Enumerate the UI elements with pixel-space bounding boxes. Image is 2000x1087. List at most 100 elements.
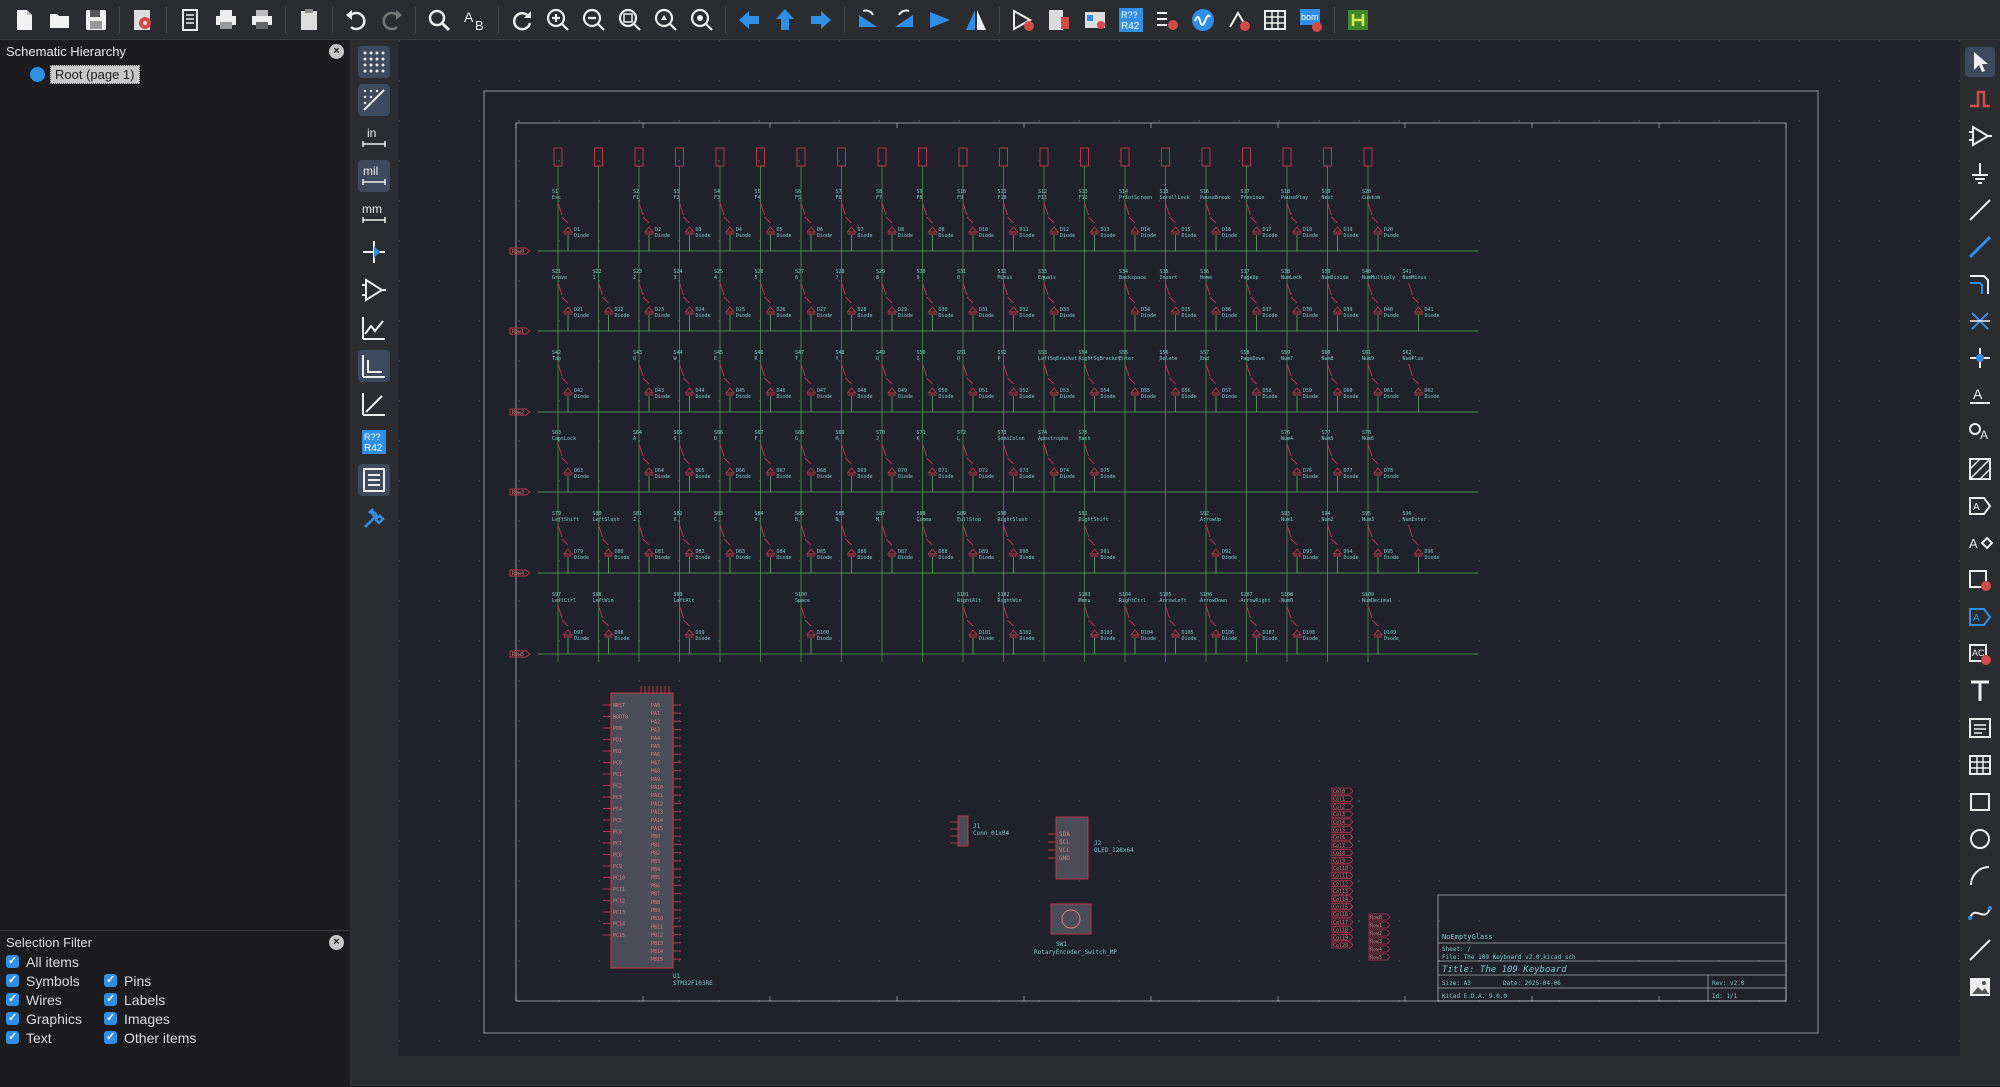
save-icon[interactable] — [81, 5, 111, 35]
add-line-icon[interactable] — [1965, 195, 1995, 225]
simulator-icon[interactable] — [1188, 5, 1218, 35]
units-inches-icon[interactable]: in — [358, 122, 390, 154]
navigate-up-icon[interactable] — [770, 5, 800, 35]
zoom-selection-icon[interactable] — [687, 5, 717, 35]
rotate-ccw-icon[interactable] — [853, 5, 883, 35]
line-mode-45-icon[interactable] — [358, 388, 390, 420]
add-textbox-icon[interactable] — [1965, 713, 1995, 743]
page-settings-icon[interactable] — [175, 5, 205, 35]
pcb-editor-icon[interactable] — [1224, 5, 1254, 35]
close-hierarchy-icon[interactable]: × — [329, 43, 344, 59]
checkbox-wires[interactable]: Wires — [6, 991, 104, 1008]
highlight-net-icon[interactable] — [1965, 84, 1995, 114]
checkbox-graphics[interactable]: Graphics — [6, 1010, 104, 1027]
add-sheet-icon[interactable] — [1965, 565, 1995, 595]
find-icon[interactable] — [424, 5, 454, 35]
switch-value: ScrollLock — [1160, 195, 1190, 201]
zoom-fit-icon[interactable] — [615, 5, 645, 35]
sync-sheet-pins-icon[interactable]: AC — [1965, 639, 1995, 669]
add-arc-icon[interactable] — [1965, 861, 1995, 891]
mcu-pin-label: PB4 — [651, 867, 660, 873]
add-circle-icon[interactable] — [1965, 824, 1995, 854]
add-label-icon[interactable]: A — [1965, 380, 1995, 410]
refresh-icon[interactable] — [507, 5, 537, 35]
checkbox-symbols[interactable]: Symbols — [6, 972, 104, 989]
checkbox-other-items[interactable]: Other items — [104, 1029, 244, 1046]
hierarchy-root-item[interactable]: Root (page 1) — [50, 65, 140, 84]
mirror-horizontal-icon[interactable] — [961, 5, 991, 35]
diode-value: Diode — [1303, 555, 1318, 561]
checkbox-pins[interactable]: Pins — [104, 972, 244, 989]
units-mils-icon[interactable]: mil — [358, 160, 390, 192]
add-netclass-icon[interactable]: A — [1965, 417, 1995, 447]
annotation-icon[interactable]: R?? R42 — [358, 426, 390, 458]
hierarchy-panel-icon[interactable] — [358, 464, 390, 496]
checkbox-all-items[interactable]: All items — [6, 953, 104, 970]
zoom-out-icon[interactable] — [579, 5, 609, 35]
checkbox-images[interactable]: Images — [104, 1010, 244, 1027]
hidden-pins-icon[interactable] — [358, 274, 390, 306]
rotate-cw-icon[interactable] — [889, 5, 919, 35]
add-table-icon[interactable] — [1965, 750, 1995, 780]
symbol-browser-icon[interactable] — [1080, 5, 1110, 35]
zoom-objects-icon[interactable] — [651, 5, 681, 35]
diode-value: Diode — [1344, 313, 1359, 319]
find-replace-icon[interactable]: AB — [460, 5, 490, 35]
undo-icon[interactable] — [341, 5, 371, 35]
mcu-pin-label: PC5 — [613, 818, 622, 824]
diode-value: Diode — [1182, 636, 1197, 642]
cursor-crosshair-icon[interactable] — [358, 236, 390, 268]
no-connect-icon[interactable] — [1965, 306, 1995, 336]
close-selection-filter-icon[interactable]: × — [329, 934, 344, 950]
bom-icon[interactable]: bom — [1296, 5, 1326, 35]
select-arrow-icon[interactable] — [1965, 47, 1995, 77]
add-symbol-icon[interactable] — [1965, 121, 1995, 151]
checkbox-text[interactable]: Text — [6, 1029, 104, 1046]
mcu-pin-label: NRST — [613, 703, 625, 709]
paste-icon[interactable] — [294, 5, 324, 35]
switch-value: 7 — [836, 275, 839, 281]
diode-value: Diode — [1020, 555, 1035, 561]
add-rule-area-icon[interactable] — [1965, 454, 1995, 484]
units-mm-icon[interactable]: mm — [358, 198, 390, 230]
toolbar-separator — [999, 6, 1000, 33]
properties-tools-icon[interactable] — [358, 502, 390, 534]
pcbnew-icon[interactable] — [1343, 5, 1373, 35]
add-global-label-icon[interactable]: A — [1965, 491, 1995, 521]
navigate-forward-icon[interactable] — [806, 5, 836, 35]
schematic-setup-icon[interactable] — [128, 5, 158, 35]
add-power-icon[interactable] — [1965, 158, 1995, 188]
mirror-vertical-icon[interactable] — [925, 5, 955, 35]
add-bezier-icon[interactable] — [1965, 898, 1995, 928]
add-graphic-line-icon[interactable] — [1965, 935, 1995, 965]
erc-icon[interactable] — [1008, 5, 1038, 35]
print-icon[interactable] — [211, 5, 241, 35]
grid-dots-icon[interactable] — [358, 46, 390, 78]
checkbox-labels[interactable]: Labels — [104, 991, 244, 1008]
open-icon[interactable] — [45, 5, 75, 35]
symbol-fields-table-icon[interactable] — [1260, 5, 1290, 35]
line-mode-90-icon[interactable] — [358, 350, 390, 382]
grid-overrides-icon[interactable] — [358, 84, 390, 116]
add-junction-icon[interactable] — [1965, 343, 1995, 373]
add-hier-label-icon[interactable]: A — [1965, 528, 1995, 558]
add-rectangle-icon[interactable] — [1965, 787, 1995, 817]
switch-value: 1 — [593, 275, 596, 281]
annotate-icon[interactable]: R?? R42 — [1116, 5, 1146, 35]
import-sheet-pin-icon[interactable]: A — [1965, 602, 1995, 632]
symbol-editor-icon[interactable] — [1044, 5, 1074, 35]
zoom-in-icon[interactable] — [543, 5, 573, 35]
schematic-sheet[interactable]: Row0S1EscD1DiodeS2F1D2DiodeS3F2D3DiodeS4… — [398, 40, 1960, 1056]
add-text-icon[interactable] — [1965, 676, 1995, 706]
new-icon[interactable] — [9, 5, 39, 35]
add-bus-icon[interactable] — [1965, 269, 1995, 299]
redo-icon[interactable] — [377, 5, 407, 35]
assign-footprints-icon[interactable] — [1152, 5, 1182, 35]
plot-icon[interactable] — [247, 5, 277, 35]
schematic-canvas[interactable]: Row0 S1 Esc D1 Diode S2 F1 D2 Diode S3 F2 D3 Diode S4… — [398, 40, 1960, 1056]
add-image-icon[interactable] — [1965, 972, 1995, 1002]
checkbox-label: Other items — [124, 1029, 197, 1046]
add-wire-icon[interactable] — [1965, 232, 1995, 262]
navigate-back-icon[interactable] — [734, 5, 764, 35]
line-mode-free-icon[interactable] — [358, 312, 390, 344]
